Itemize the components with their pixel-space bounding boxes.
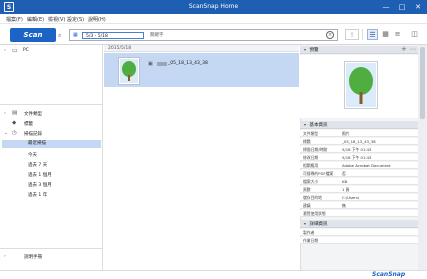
info-row: 頁數 1 頁 (300, 186, 418, 194)
tag-icon: ◆ (12, 120, 17, 126)
clock-icon: ◷ (12, 130, 17, 136)
menu-bar: 檔案(F) 編輯(E) 檢視(V) 設定(S) 說明(H) (0, 14, 427, 24)
zoom-in-icon[interactable]: + (401, 45, 407, 53)
info-value: 照片 (342, 131, 350, 136)
photo-type-icon: ▣ (148, 61, 153, 67)
document-type-icon: ▤ (12, 110, 18, 116)
panel-toggle-icon[interactable]: ◫ (409, 29, 420, 40)
scrollbar[interactable] (418, 45, 427, 270)
info-value[interactable]: _05_18_13_43_38 (342, 138, 376, 145)
expand-arrow-icon[interactable]: › (4, 254, 6, 259)
pc-label[interactable]: PC (23, 48, 29, 53)
computer-icon: ▭ (12, 47, 18, 54)
nav-divider (0, 104, 103, 105)
info-row: 文件類型 照片 (300, 130, 418, 138)
group-date-header: 2015/5/18 (104, 45, 299, 52)
calendar-icon[interactable]: ▦ (73, 32, 78, 38)
expand-arrow-icon[interactable]: › (4, 48, 6, 53)
info-title: 基本資訊 (309, 123, 328, 128)
sidebar-item-3-months[interactable]: 過去 3 個月 (28, 182, 52, 188)
menu-settings[interactable]: 設定(S) (67, 16, 84, 23)
sidebar-item-today[interactable]: 今天 (28, 152, 37, 158)
sidebar-item-recent[interactable]: 最近掃描 (2, 140, 101, 148)
clear-search-icon[interactable]: × (326, 31, 334, 39)
keyword-input[interactable]: 關鍵字 (150, 32, 164, 38)
list-item[interactable]: ▣ _05_18_13_43_38 (104, 53, 299, 87)
title-bar: S ScanSnap Home — □ ✕ (0, 0, 427, 14)
collapse-arrow-icon[interactable]: ⌄ (4, 131, 8, 136)
info-row: 可搜尋的PDF檔案否 (300, 170, 418, 178)
info-row[interactable]: 瀏覽使用狀態 (300, 210, 418, 218)
menu-edit[interactable]: 編輯(E) (27, 16, 44, 23)
info-value: 5/18 下午 01:43 (342, 147, 372, 152)
scrollbar-thumb[interactable] (420, 47, 425, 119)
share-icon[interactable]: ⇪ (345, 29, 359, 40)
info-row: 檔案大小 KB (300, 178, 418, 186)
info-row: 儲存目的地 C:\Users\ (300, 194, 418, 202)
sidebar-item-scan-history[interactable]: 掃描記錄 (24, 131, 42, 137)
info-row: 相關應用 Adobe Acrobat Document (300, 162, 418, 170)
info-value: KB (342, 179, 348, 184)
collapse-arrow-icon[interactable]: ▾ (304, 221, 306, 226)
nav-divider (0, 248, 103, 249)
info-value: 5/18 下午 01:43 (342, 155, 372, 160)
info-row[interactable]: 標題 _05_18_13_43_38 (300, 138, 418, 146)
search-bar[interactable]: ▦ 5/3 - 5/18 關鍵字 × (69, 29, 338, 41)
menu-help[interactable]: 說明(H) (88, 16, 106, 23)
sidebar-item-1-month[interactable]: 過去 1 個月 (28, 172, 52, 178)
preview-title: 預覽 (309, 48, 319, 53)
info-row: 掃描日期/時間 5/18 下午 01:43 (300, 146, 418, 154)
detail-view-icon[interactable]: ≡ (392, 29, 403, 40)
info-value: 否 (342, 171, 346, 176)
tree-photo-icon (120, 59, 138, 83)
menu-file[interactable]: 檔案(F) (6, 16, 23, 23)
expand-arrow-icon[interactable]: › (4, 111, 6, 116)
scan-button[interactable]: Scan (10, 28, 56, 42)
window-title: ScanSnap Home (188, 3, 239, 10)
toolbar-divider (362, 29, 363, 40)
collapse-arrow-icon[interactable]: ▾ (304, 122, 306, 127)
more-icon[interactable]: ⋯ (410, 46, 416, 53)
info-value: 1 頁 (342, 187, 350, 192)
sidebar-item-document-type[interactable]: 文件類型 (24, 111, 42, 117)
scansnap-brand-logo: ScanSnap (372, 271, 406, 278)
search-icon[interactable]: ⌕ (58, 32, 66, 39)
status-bar: ScanSnap (0, 270, 427, 279)
info-section-header[interactable]: ▾ 基本資訊 (300, 121, 418, 129)
close-button[interactable]: ✕ (412, 2, 424, 12)
collapse-arrow-icon[interactable]: ▾ (304, 47, 306, 52)
info-value: Adobe Acrobat Document (342, 163, 391, 168)
details-section-header[interactable]: ▾ 詳細資訊 (300, 220, 418, 228)
redacted-text (157, 62, 167, 66)
content-pane: 2015/5/18 ▣ _05_18_13_43_38 (104, 45, 299, 270)
sidebar-item-manual[interactable]: 說明手冊 (24, 254, 42, 260)
info-row[interactable]: 作業日期 (300, 237, 418, 245)
toolbar: Scan ⌕ ▦ 5/3 - 5/18 關鍵字 × ⇪ ☰ ▦ ≡ ◫ (0, 24, 427, 45)
navigation-pane: › ▭ PC › ▤ 文件類型 ◆ 標籤 ⌄ ◷ 掃描記錄 最近掃描 今天 過去… (0, 45, 103, 270)
restore-button[interactable]: □ (396, 2, 408, 12)
list-view-icon[interactable]: ☰ (367, 29, 378, 40)
document-name[interactable]: _05_18_13_43_38 (168, 61, 208, 66)
info-value[interactable]: 無 (342, 202, 346, 209)
date-range-field[interactable]: 5/3 - 5/18 (82, 32, 144, 39)
document-thumbnail (118, 57, 140, 85)
minimize-button[interactable]: — (380, 2, 392, 12)
info-row[interactable]: 建議無 (300, 202, 418, 210)
details-title: 詳細資訊 (309, 222, 328, 227)
preview-image[interactable] (344, 61, 378, 109)
thumbnail-view-icon[interactable]: ▦ (380, 29, 391, 40)
sidebar-item-7-days[interactable]: 過去 7 天 (28, 162, 47, 168)
sidebar-item-1-year[interactable]: 過去 1 年 (28, 192, 47, 198)
info-row[interactable]: 製作者 (300, 229, 418, 237)
tree-photo-icon (346, 63, 376, 107)
menu-view[interactable]: 檢視(V) (48, 16, 65, 23)
preview-area (300, 55, 418, 118)
sidebar-item-tags[interactable]: 標籤 (24, 121, 33, 127)
info-value: C:\Users\ (342, 195, 360, 200)
info-row: 修改日期 5/18 下午 01:43 (300, 154, 418, 162)
